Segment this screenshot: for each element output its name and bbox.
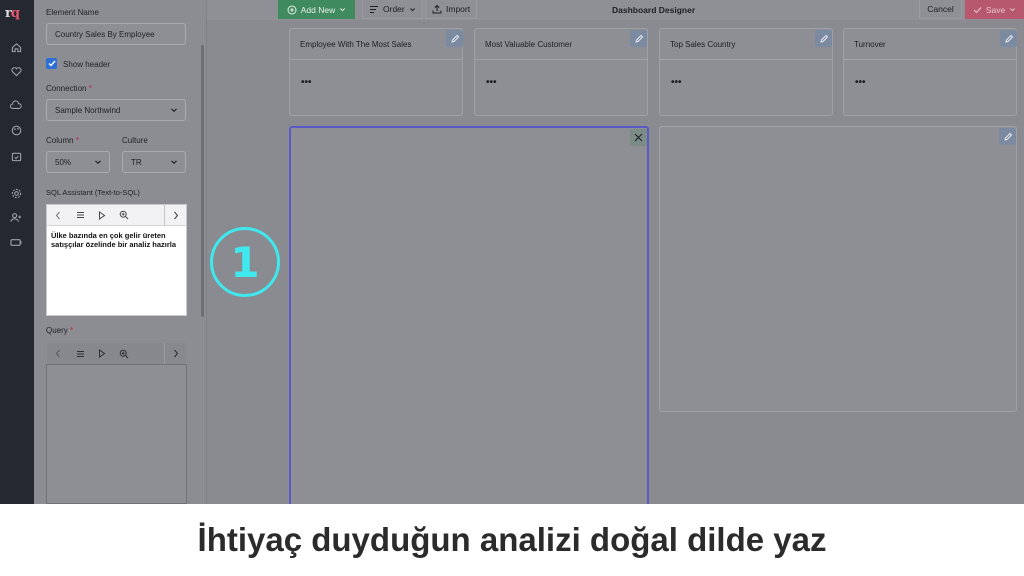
card-value: ••• bbox=[486, 77, 497, 88]
dashboard-card[interactable]: Employee With The Most Sales ••• bbox=[289, 28, 463, 116]
edit-icon[interactable] bbox=[815, 30, 832, 47]
import-button[interactable]: Import bbox=[425, 0, 478, 19]
sort-icon bbox=[370, 5, 378, 13]
plus-circle-icon bbox=[287, 5, 297, 14]
card-title: Turnover bbox=[854, 40, 886, 49]
column-label: Column * bbox=[46, 136, 79, 145]
element-name-input[interactable]: Country Sales By Employee bbox=[46, 23, 186, 45]
query-label: Query * bbox=[46, 326, 74, 335]
add-new-button[interactable]: Add New bbox=[278, 0, 355, 19]
check-icon bbox=[973, 6, 982, 13]
query-editor[interactable] bbox=[46, 364, 187, 504]
dashboard-card[interactable]: Top Sales Country ••• bbox=[659, 28, 833, 116]
upload-icon bbox=[432, 4, 442, 14]
dashboard-card[interactable]: Turnover ••• bbox=[843, 28, 1017, 116]
card-title: Most Valuable Customer bbox=[485, 40, 572, 49]
panel-scrollbar[interactable] bbox=[201, 45, 204, 317]
culture-select[interactable]: TR bbox=[122, 151, 186, 173]
edit-icon[interactable] bbox=[1000, 30, 1017, 47]
chevron-left-icon[interactable] bbox=[47, 343, 69, 364]
home-icon[interactable] bbox=[8, 39, 24, 55]
play-icon[interactable] bbox=[91, 343, 113, 364]
dashboard-card[interactable]: Most Valuable Customer ••• bbox=[474, 28, 648, 116]
edit-icon[interactable] bbox=[999, 128, 1016, 145]
edit-icon[interactable] bbox=[630, 30, 647, 47]
card-divider bbox=[475, 59, 647, 60]
icon-rail: rq bbox=[0, 0, 34, 504]
app-screen: rq Element Name Country Sales By Employe… bbox=[0, 0, 1024, 504]
calendar-check-icon[interactable] bbox=[8, 148, 24, 164]
close-icon[interactable] bbox=[630, 129, 647, 146]
connection-select[interactable]: Sample Northwind bbox=[46, 99, 186, 121]
chevron-left-icon[interactable] bbox=[47, 205, 69, 226]
chevron-right-icon[interactable] bbox=[164, 343, 186, 364]
chevron-down-icon bbox=[171, 160, 177, 165]
sql-assistant-toolbar bbox=[47, 204, 186, 226]
chevron-down-icon bbox=[95, 160, 101, 165]
cloud-icon[interactable] bbox=[8, 97, 24, 113]
caption-text: İhtiyaç duyduğun analizi doğal dilde yaz bbox=[0, 504, 1024, 576]
zoom-icon[interactable] bbox=[113, 343, 135, 364]
heart-icon[interactable] bbox=[8, 63, 24, 79]
cancel-button[interactable]: Cancel bbox=[919, 0, 962, 19]
step-number-badge: 1 bbox=[210, 227, 280, 297]
palette-icon[interactable] bbox=[8, 122, 24, 138]
app-logo[interactable]: rq bbox=[5, 6, 20, 21]
user-plus-icon[interactable] bbox=[8, 209, 24, 225]
show-header-checkbox[interactable] bbox=[46, 58, 57, 69]
card-divider bbox=[290, 59, 462, 60]
gear-icon[interactable] bbox=[8, 185, 24, 201]
save-button[interactable]: Save bbox=[965, 0, 1024, 19]
culture-label: Culture bbox=[122, 136, 148, 145]
column-select[interactable]: 50% bbox=[46, 151, 110, 173]
card-divider bbox=[660, 59, 832, 60]
card-title: Employee With The Most Sales bbox=[300, 40, 412, 49]
page-title: Dashboard Designer bbox=[612, 5, 696, 15]
chevron-down-icon bbox=[1010, 8, 1016, 12]
battery-icon[interactable] bbox=[8, 234, 24, 250]
card-value: ••• bbox=[301, 77, 312, 88]
order-button[interactable]: Order bbox=[362, 0, 423, 19]
menu-icon[interactable] bbox=[69, 205, 91, 226]
chevron-down-icon bbox=[409, 7, 415, 11]
sql-assistant-label: SQL Assistant (Text-to-SQL) bbox=[46, 188, 140, 197]
sql-assistant-textarea[interactable]: Ülke bazında en çok gelir üreten satışçı… bbox=[51, 231, 183, 249]
menu-icon[interactable] bbox=[69, 343, 91, 364]
card-value: ••• bbox=[855, 77, 866, 88]
query-toolbar bbox=[47, 343, 186, 364]
selected-dashboard-element[interactable] bbox=[289, 126, 649, 504]
edit-icon[interactable] bbox=[446, 30, 463, 47]
card-value: ••• bbox=[671, 77, 682, 88]
show-header-label: Show header bbox=[63, 60, 111, 69]
card-divider bbox=[844, 59, 1016, 60]
zoom-icon[interactable] bbox=[113, 205, 135, 226]
chevron-right-icon[interactable] bbox=[164, 204, 186, 226]
card-title: Top Sales Country bbox=[670, 40, 736, 49]
connection-label: Connection * bbox=[46, 84, 92, 93]
chevron-down-icon bbox=[171, 108, 177, 113]
element-name-label: Element Name bbox=[46, 8, 99, 17]
play-icon[interactable] bbox=[91, 205, 113, 226]
chevron-down-icon bbox=[340, 8, 346, 12]
dashboard-element-empty[interactable] bbox=[659, 126, 1017, 412]
